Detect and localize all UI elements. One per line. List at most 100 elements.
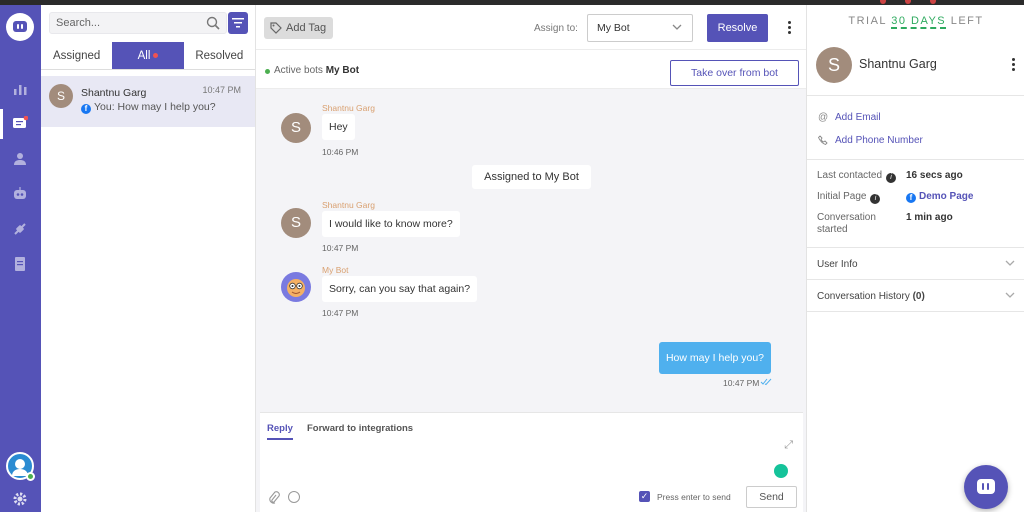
grammarly-icon[interactable] xyxy=(774,464,788,478)
trial-suffix: LEFT xyxy=(950,15,984,27)
conversations-icon[interactable] xyxy=(0,109,29,139)
message-time: 10:47 PM xyxy=(322,243,359,253)
users-icon[interactable] xyxy=(12,151,28,167)
add-tag-label: Add Tag xyxy=(286,22,327,34)
chat-widget-launcher[interactable] xyxy=(964,465,1008,509)
user-info-accordion[interactable]: User Info xyxy=(807,248,1024,280)
attachment-icon[interactable] xyxy=(268,491,280,505)
trial-prefix: TRIAL xyxy=(848,15,887,27)
message-time: 10:46 PM xyxy=(322,147,359,157)
bot-avatar-icon xyxy=(281,272,311,302)
user-info-label: User Info xyxy=(817,259,858,270)
divider xyxy=(807,159,1024,160)
reports-icon[interactable] xyxy=(12,81,28,97)
conversation-item[interactable]: S Shantnu Garg 10:47 PM f You: How may I … xyxy=(41,76,255,127)
left-nav xyxy=(0,5,41,512)
expand-icon[interactable]: ⤢ xyxy=(784,439,793,452)
add-phone-link[interactable]: Add Phone Number xyxy=(835,135,923,146)
conversation-history-text: Conversation History xyxy=(817,291,910,302)
integrations-icon[interactable] xyxy=(12,221,28,237)
more-options-icon[interactable] xyxy=(788,21,792,36)
conversation-started-value: 1 min ago xyxy=(906,212,953,223)
conversation-list-panel: Assigned All Resolved S Shantnu Garg 10:… xyxy=(41,5,256,512)
sender-avatar: S xyxy=(281,208,311,238)
tab-assigned[interactable]: Assigned xyxy=(41,42,112,69)
tag-icon xyxy=(270,22,282,34)
active-indicator xyxy=(0,109,3,139)
sender-name: Shantnu Garg xyxy=(322,200,375,210)
system-message: Assigned to My Bot xyxy=(472,165,591,189)
chevron-down-icon xyxy=(1005,260,1015,266)
phone-icon xyxy=(818,135,828,145)
contact-name: Shantnu Garg xyxy=(859,57,937,71)
outgoing-message-bubble: How may I help you? xyxy=(659,342,771,374)
my-avatar[interactable] xyxy=(6,452,35,481)
sender-name: Shantnu Garg xyxy=(322,103,375,113)
conversation-tabs: Assigned All Resolved xyxy=(41,42,255,70)
profile-panel: TRIAL 30 DAYS LEFT S Shantnu Garg @ Add … xyxy=(806,5,1024,512)
add-email-link[interactable]: Add Email xyxy=(835,112,881,123)
profile-more-icon[interactable] xyxy=(1012,58,1016,73)
at-icon: @ xyxy=(818,112,829,123)
takeover-button[interactable]: Take over from bot xyxy=(670,60,799,86)
search-icon[interactable] xyxy=(206,16,220,30)
top-indicator xyxy=(905,0,911,4)
tab-all[interactable]: All xyxy=(112,42,184,69)
conversation-history-accordion[interactable]: Conversation History (0) xyxy=(807,280,1024,312)
conversation-history-count: (0) xyxy=(912,291,925,302)
online-status-dot xyxy=(26,472,35,481)
last-contacted-text: Last contacted xyxy=(817,170,883,181)
tab-reply[interactable]: Reply xyxy=(267,423,293,440)
tab-resolved[interactable]: Resolved xyxy=(184,42,255,69)
contact-avatar: S xyxy=(816,47,852,83)
press-enter-label: Press enter to send xyxy=(657,492,731,502)
assign-select[interactable]: My Bot xyxy=(587,14,693,42)
facebook-icon: f xyxy=(81,104,91,114)
chevron-down-icon xyxy=(672,24,682,30)
info-icon[interactable]: i xyxy=(870,194,881,204)
initial-page-link: Demo Page xyxy=(919,191,974,202)
sender-name: My Bot xyxy=(322,265,349,275)
press-enter-checkbox[interactable]: ✓ xyxy=(639,491,650,502)
initial-page-label: Initial Page i xyxy=(817,191,881,204)
send-button[interactable]: Send xyxy=(746,486,797,508)
search-box xyxy=(49,12,227,34)
conversation-started-label: Conversation started xyxy=(817,212,876,235)
message-bubble: Sorry, can you say that again? xyxy=(322,276,478,302)
active-bots-bar: Active bots My Bot Take over from bot xyxy=(256,49,806,89)
tab-forward-integrations[interactable]: Forward to integrations xyxy=(307,423,413,434)
message-bubble: I would like to know more? xyxy=(322,211,460,237)
initial-page-text: Initial Page xyxy=(817,191,867,202)
last-contacted-value: 16 secs ago xyxy=(906,170,963,181)
top-indicator xyxy=(930,0,936,4)
active-bot-name: My Bot xyxy=(325,65,360,76)
resolve-button[interactable]: Resolve xyxy=(707,14,768,42)
emoji-icon[interactable] xyxy=(288,491,300,503)
message-bubble: Hey xyxy=(322,114,355,140)
sender-avatar: S xyxy=(281,113,311,143)
assign-value: My Bot xyxy=(597,22,630,34)
top-indicator xyxy=(880,0,886,4)
trial-banner: TRIAL 30 DAYS LEFT xyxy=(807,15,1024,29)
conversation-preview: f You: How may I help you? xyxy=(81,101,216,114)
assign-label: Assign to: xyxy=(534,23,578,34)
filter-button[interactable] xyxy=(228,12,248,34)
initial-page-value[interactable]: f Demo Page xyxy=(906,191,973,203)
filter-icon xyxy=(232,18,244,28)
message-time: 10:47 PM xyxy=(322,308,359,318)
active-bots-text: Active bots My Bot xyxy=(274,65,359,76)
bot-icon[interactable] xyxy=(12,186,28,202)
facebook-icon: f xyxy=(906,193,916,203)
search-input[interactable] xyxy=(50,13,200,33)
reply-box: Reply Forward to integrations ⤢ ✓ Press … xyxy=(260,412,803,512)
add-tag-button[interactable]: Add Tag xyxy=(264,17,333,39)
app-logo-icon[interactable] xyxy=(6,13,34,41)
documents-icon[interactable] xyxy=(12,256,28,272)
info-icon[interactable]: i xyxy=(886,173,897,183)
preview-text: You: How may I help you? xyxy=(94,101,216,113)
settings-icon[interactable] xyxy=(12,491,28,507)
chat-panel: Add Tag Assign to: My Bot Resolve Active… xyxy=(256,5,806,512)
chevron-down-icon xyxy=(1005,292,1015,298)
unread-dot xyxy=(153,53,159,58)
active-bots-label: Active bots xyxy=(274,65,323,76)
